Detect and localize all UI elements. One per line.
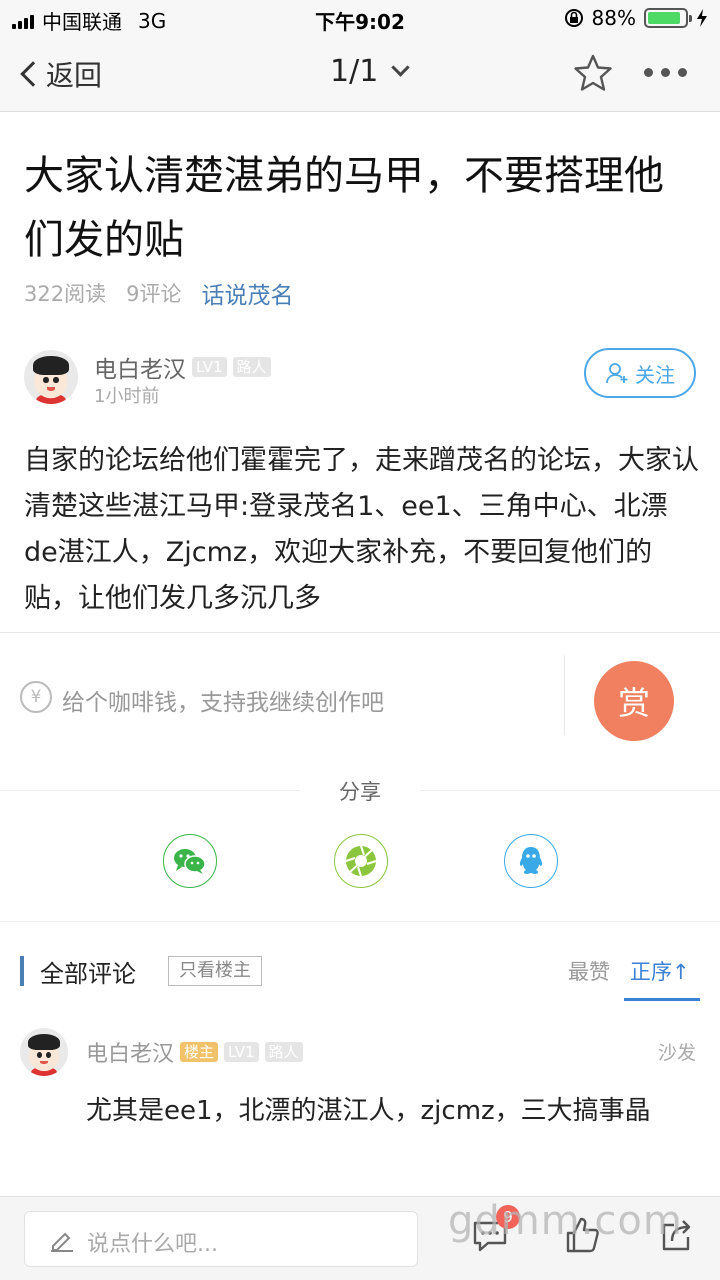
tip-row: ¥ 给个咖啡钱，支持我继续创作吧 赏: [0, 632, 720, 756]
comment-input[interactable]: 说点什么吧...: [24, 1211, 418, 1267]
floor-label: 沙发: [657, 1042, 696, 1064]
status-right: 88%: [564, 6, 708, 30]
topic-link[interactable]: 话说茂名: [201, 276, 293, 310]
wechat-icon[interactable]: [163, 834, 217, 888]
author-name[interactable]: 电白老汉: [94, 350, 186, 384]
share-label: 分享: [339, 780, 381, 804]
battery-icon: [644, 8, 692, 28]
comment-author-info: 电白老汉 楼主 LV1 路人: [86, 1036, 303, 1068]
post-body: 自家的论坛给他们霍霍完了，走来蹭茂名的论坛，大家认清楚这些湛江马甲:登录茂名1、…: [24, 445, 699, 614]
chevron-left-icon: [20, 61, 46, 87]
follow-button[interactable]: 关注: [584, 348, 696, 398]
more-icon[interactable]: [644, 68, 687, 77]
comment-author[interactable]: 电白老汉: [86, 1036, 174, 1068]
nav-bar: 返回 1/1: [0, 36, 720, 112]
reward-button[interactable]: 赏: [594, 661, 674, 741]
status-bar: 中国联通 3G 下午9:02 88%: [0, 0, 720, 36]
back-label: 返回: [46, 59, 103, 92]
page-indicator: 1/1: [330, 54, 379, 89]
pencil-icon: [51, 1232, 73, 1252]
avatar[interactable]: [20, 1028, 68, 1076]
active-tab-underline: [624, 998, 700, 1001]
level-badge: LV1: [224, 1042, 259, 1062]
sort-best-tab[interactable]: 最赞: [568, 956, 610, 986]
role-badge: 路人: [232, 357, 271, 377]
share-icons: [0, 834, 720, 890]
star-icon[interactable]: [572, 52, 614, 94]
watermark: gdmm.com: [448, 1198, 683, 1244]
yen-icon: ¥: [20, 681, 52, 713]
rotation-lock-icon: [564, 9, 583, 27]
add-user-icon: [606, 363, 628, 384]
page-indicator-dropdown[interactable]: 1/1: [330, 54, 410, 89]
qq-icon[interactable]: [504, 834, 558, 888]
section-marker: [20, 956, 24, 986]
share-header: 分享: [0, 776, 720, 806]
comments-title: 全部评论: [40, 960, 136, 988]
tip-text: 给个咖啡钱，支持我继续创作吧: [62, 690, 384, 716]
divider: [564, 655, 565, 735]
back-button[interactable]: 返回: [18, 54, 102, 94]
chevron-down-icon: [391, 58, 410, 77]
only-host-button[interactable]: 只看楼主: [168, 956, 262, 986]
moments-icon[interactable]: [334, 834, 388, 888]
comment-text: 尤其是ee1，北漂的湛江人，zjcmz，三大搞事晶: [86, 1096, 651, 1126]
level-badge: LV1: [192, 357, 227, 377]
post-meta: 322阅读 9评论 话说茂名: [24, 276, 293, 310]
author-row: 电白老汉 LV1 路人 1小时前 关注: [24, 348, 696, 408]
comment-item: 电白老汉 楼主 LV1 路人 沙发 尤其是ee1，北漂的湛江人，zjcmz，三大…: [0, 1026, 720, 1196]
comment-count: 9评论: [126, 282, 182, 306]
sort-order-tab[interactable]: 正序↑: [630, 956, 690, 986]
author-info: 电白老汉 LV1 路人: [94, 350, 271, 384]
avatar[interactable]: [24, 350, 78, 404]
host-badge: 楼主: [180, 1042, 219, 1062]
charging-icon: [697, 9, 707, 27]
comment-input-placeholder: 说点什么吧...: [87, 1232, 218, 1257]
follow-label: 关注: [635, 362, 675, 387]
post-time: 1小时前: [94, 386, 160, 407]
read-count: 322阅读: [24, 282, 107, 306]
post-title: 大家认清楚湛弟的马甲，不要搭理他们发的贴: [24, 153, 664, 263]
role-badge: 路人: [264, 1042, 303, 1062]
battery-percent: 88%: [591, 6, 636, 30]
comments-header: 全部评论 只看楼主 最赞 正序↑: [0, 944, 720, 1001]
section-divider: [0, 921, 720, 922]
